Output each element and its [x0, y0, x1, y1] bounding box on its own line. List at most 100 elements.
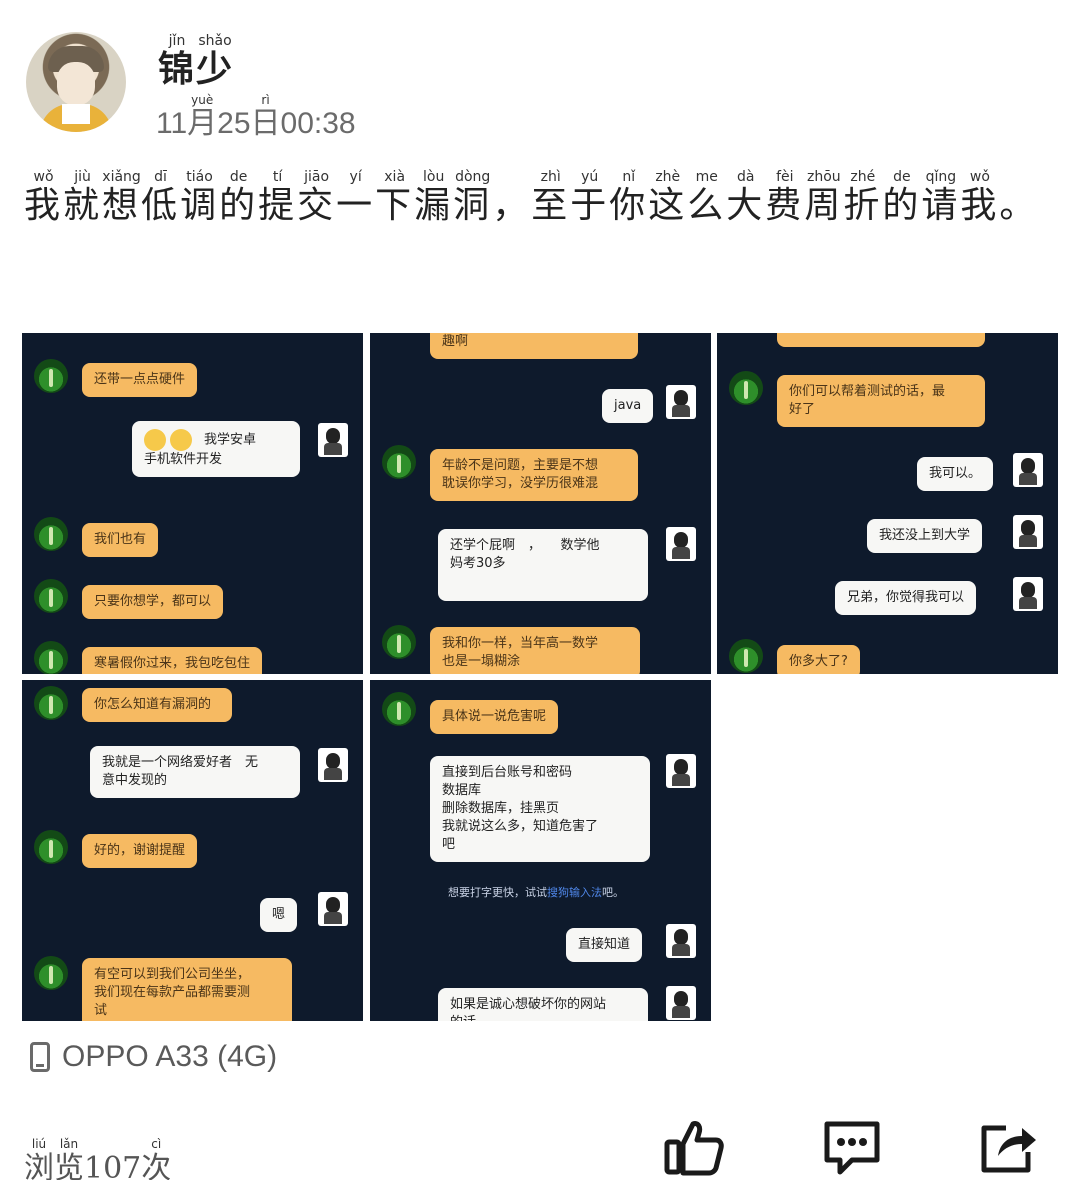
user-avatar: [666, 385, 696, 419]
contact-avatar: [34, 359, 68, 393]
post-char: 洞dòng: [453, 169, 493, 226]
post-char: 周zhōu: [804, 169, 844, 226]
post-char: 就jiù: [63, 169, 103, 226]
share-button[interactable]: [978, 1118, 1038, 1176]
post-char: 。: [999, 185, 1039, 226]
timestamp-part: 00:38: [280, 107, 356, 140]
post-text: 我wǒ就jiù想xiǎng低dī调tiáo的de提tí交jiāo一yí下xià漏…: [24, 169, 1064, 240]
chat-screenshot-4[interactable]: 你怎么知道有漏洞的 我就是一个网络爱好者 无 意中发现的 好的，谢谢提醒 嗯 有…: [22, 680, 363, 1021]
chat-bubble-out: 我学安卓 手机软件开发: [132, 421, 300, 477]
comment-button[interactable]: [822, 1118, 882, 1176]
chat-bubble-out: 还学个屁啊 ， 数学他 妈考30多: [438, 529, 648, 601]
view-count: 浏liú览lǎn107次cì: [24, 1137, 172, 1180]
chat-bubble-out: 直接知道: [566, 928, 643, 962]
contact-avatar: [382, 692, 416, 726]
timestamp-part: 月yuè: [187, 93, 218, 140]
post-char: 调tiáo: [180, 169, 220, 226]
chat-bubble-in: 年龄不是问题，主要是不想 耽误你学习，没学历很难混: [430, 449, 638, 501]
user-avatar: [1013, 577, 1043, 611]
chat-screenshot-3[interactable]: 你们可以帮着测试的话，最 好了 我可以。 我还没上到大学 兄弟，你觉得我可以 你…: [717, 333, 1058, 674]
comment-icon: [824, 1121, 880, 1175]
contact-avatar: [34, 579, 68, 613]
post-char: 于yú: [570, 169, 610, 226]
contact-avatar: [382, 625, 416, 659]
chat-bubble-in: 好的，谢谢提醒: [82, 834, 198, 868]
chat-bubble-in: 你怎么知道有漏洞的: [82, 688, 232, 722]
chat-bubble-in: 还带一点点硬件: [82, 363, 198, 397]
chat-bubble-in: 具体说一说危害呢: [430, 700, 559, 734]
chat-bubble-out: 我就是一个网络爱好者 无 意中发现的: [90, 746, 300, 798]
user-avatar: [666, 527, 696, 561]
post-char: 费fèi: [765, 169, 805, 226]
contact-avatar: [729, 371, 763, 405]
timestamp-part: 25: [217, 107, 251, 140]
post-char: 低dī: [141, 169, 181, 226]
laughing-emoji-icon: [144, 429, 196, 451]
chat-screenshot-2[interactable]: 趣啊 java 年龄不是问题，主要是不想 耽误你学习，没学历很难混 还学个屁啊 …: [370, 333, 711, 674]
like-button[interactable]: [664, 1118, 724, 1176]
post-char: 漏lòu: [414, 169, 454, 226]
user-avatar: [318, 423, 348, 457]
post-char: 么me: [687, 169, 727, 226]
view-count-part: 次cì: [141, 1137, 172, 1180]
thumbs-up-icon: [664, 1121, 724, 1176]
chat-bubble-in: 你们可以帮着测试的话，最 好了: [777, 375, 985, 427]
post-char: 我wǒ: [960, 169, 1000, 226]
contact-avatar: [729, 639, 763, 673]
author-name-char: 少shǎo: [196, 33, 235, 90]
view-count-part: 浏liú: [24, 1137, 54, 1180]
post-char: 至zhì: [531, 169, 571, 226]
post-char: 这zhè: [648, 169, 688, 226]
chat-bubble-in: 有空可以到我们公司坐坐， 我们现在每款产品都需要测 试: [82, 958, 292, 1021]
contact-avatar: [34, 641, 68, 674]
author-avatar[interactable]: [26, 32, 126, 132]
chat-bubble-out: 直接到后台账号和密码 数据库 删除数据库，挂黑页 我就说这么多，知道危害了 吧: [430, 756, 650, 862]
contact-avatar: [382, 445, 416, 479]
user-avatar: [666, 986, 696, 1020]
user-avatar: [666, 924, 696, 958]
author-name[interactable]: 锦jǐn少shǎo: [158, 33, 235, 92]
post-char: ，: [492, 185, 532, 226]
post-char: 提tí: [258, 169, 298, 226]
post-char: 大dà: [726, 169, 766, 226]
chat-bubble-in: 只要你想学，都可以: [82, 585, 224, 619]
post-char: 折zhé: [843, 169, 883, 226]
device-name: OPPO A33 (4G): [62, 1040, 278, 1073]
chat-bubble-out: java: [602, 389, 654, 423]
share-icon: [981, 1125, 1036, 1173]
phone-icon: [30, 1042, 50, 1072]
chat-bubble-out: 我可以。: [917, 457, 994, 491]
view-count-part: 107: [84, 1151, 142, 1180]
chat-screenshot-5[interactable]: 具体说一说危害呢 直接到后台账号和密码 数据库 删除数据库，挂黑页 我就说这么多…: [370, 680, 711, 1021]
image-grid: 还带一点点硬件 我学安卓 手机软件开发 我们也有 只要你想学，都可以 寒暑假你过…: [22, 333, 1058, 1021]
contact-avatar: [34, 956, 68, 990]
input-method-link[interactable]: 搜狗输入法: [547, 886, 602, 899]
contact-avatar: [34, 830, 68, 864]
post-char: 想xiǎng: [102, 169, 142, 226]
timestamp-part: 日rì: [250, 93, 281, 140]
contact-avatar: [34, 517, 68, 551]
user-avatar: [318, 748, 348, 782]
chat-bubble-in: 你多大了?: [777, 645, 860, 674]
author-name-char: 锦jǐn: [158, 33, 197, 90]
chat-bubble-in: 寒暑假你过来，我包吃包住: [82, 647, 263, 674]
user-avatar: [318, 892, 348, 926]
chat-bubble-in: [777, 333, 985, 347]
chat-bubble-out: 兄弟，你觉得我可以: [835, 581, 977, 615]
post-char: 交jiāo: [297, 169, 337, 226]
chat-screenshot-1[interactable]: 还带一点点硬件 我学安卓 手机软件开发 我们也有 只要你想学，都可以 寒暑假你过…: [22, 333, 363, 674]
post-char: 下xià: [375, 169, 415, 226]
post-timestamp: 11月yuè25日rì00:38: [156, 93, 356, 142]
contact-avatar: [34, 686, 68, 720]
timestamp-part: 11: [156, 107, 188, 140]
chat-bubble-out: 我还没上到大学: [867, 519, 983, 553]
chat-bubble-in: 我们也有: [82, 523, 159, 557]
chat-bubble-in: 我和你一样，当年高一数学 也是一塌糊涂: [430, 627, 640, 674]
post-char: 请qǐng: [921, 169, 961, 226]
user-avatar: [1013, 515, 1043, 549]
chat-bubble-out: 嗯: [260, 898, 298, 932]
post-char: 你nǐ: [609, 169, 649, 226]
post-char: 的de: [882, 169, 922, 226]
post-char: 我wǒ: [24, 169, 64, 226]
chat-bubble-in: 趣啊: [430, 333, 638, 359]
